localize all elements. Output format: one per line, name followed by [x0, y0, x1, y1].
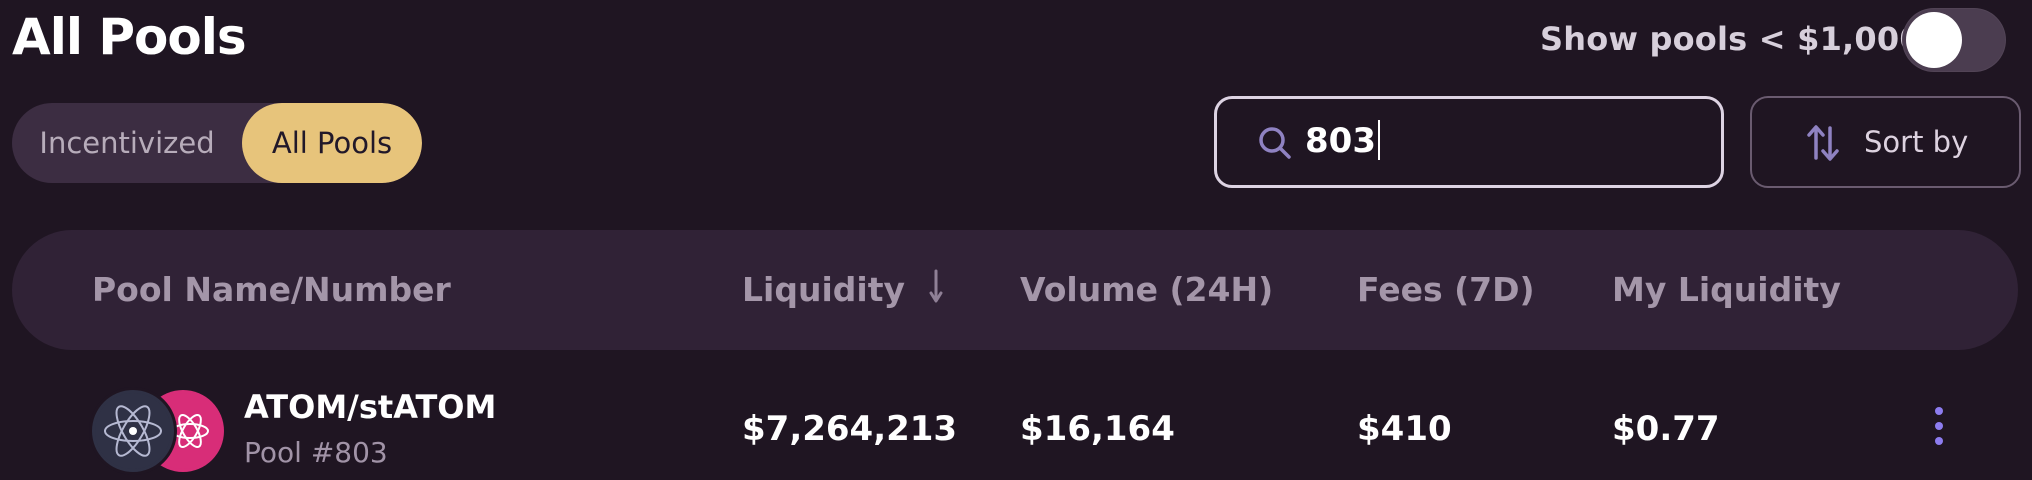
column-header-liquidity[interactable]: Liquidity	[742, 266, 943, 314]
column-header-volume[interactable]: Volume (24H)	[1020, 266, 1273, 314]
search-icon	[1259, 127, 1291, 159]
sort-by-label: Sort by	[1864, 125, 1969, 159]
search-input-value: 803	[1305, 121, 1376, 161]
fees-value: $410	[1357, 409, 1452, 449]
sort-by-button[interactable]: Sort by	[1750, 96, 2021, 188]
show-small-pools-toggle[interactable]	[1902, 8, 2006, 72]
my-liquidity-value: $0.77	[1612, 409, 1720, 449]
liquidity-value: $7,264,213	[742, 409, 958, 449]
volume-value: $16,164	[1020, 409, 1175, 449]
column-header-my-liquidity[interactable]: My Liquidity	[1612, 266, 1841, 314]
search-field[interactable]: 803	[1214, 96, 1724, 188]
atom-icon	[92, 390, 174, 472]
sort-descending-icon	[929, 269, 942, 303]
pool-name: ATOM/stATOM	[244, 388, 497, 426]
column-header-liquidity-label: Liquidity	[742, 270, 905, 309]
page-title: All Pools	[12, 8, 247, 66]
table-row[interactable]: ATOM/stATOM Pool #803 $7,264,213 $16,164…	[12, 375, 2018, 480]
column-header-fees[interactable]: Fees (7D)	[1357, 266, 1535, 314]
pool-filter-tabs: Incentivized All Pools	[12, 103, 422, 183]
pool-number: Pool #803	[244, 436, 388, 469]
tab-all-pools[interactable]: All Pools	[242, 103, 422, 183]
column-header-pool[interactable]: Pool Name/Number	[92, 266, 451, 314]
more-options-icon[interactable]	[1932, 403, 1946, 449]
toggle-knob	[1906, 12, 1962, 68]
show-small-pools-label: Show pools < $1,000	[1540, 20, 1922, 58]
text-caret	[1377, 120, 1380, 160]
tab-incentivized[interactable]: Incentivized	[12, 103, 242, 183]
atom-icon	[95, 393, 171, 469]
table-header: Pool Name/Number Liquidity Volume (24H) …	[12, 230, 2018, 350]
search-input[interactable]: 803	[1305, 117, 1380, 165]
sort-icon	[1807, 125, 1839, 161]
